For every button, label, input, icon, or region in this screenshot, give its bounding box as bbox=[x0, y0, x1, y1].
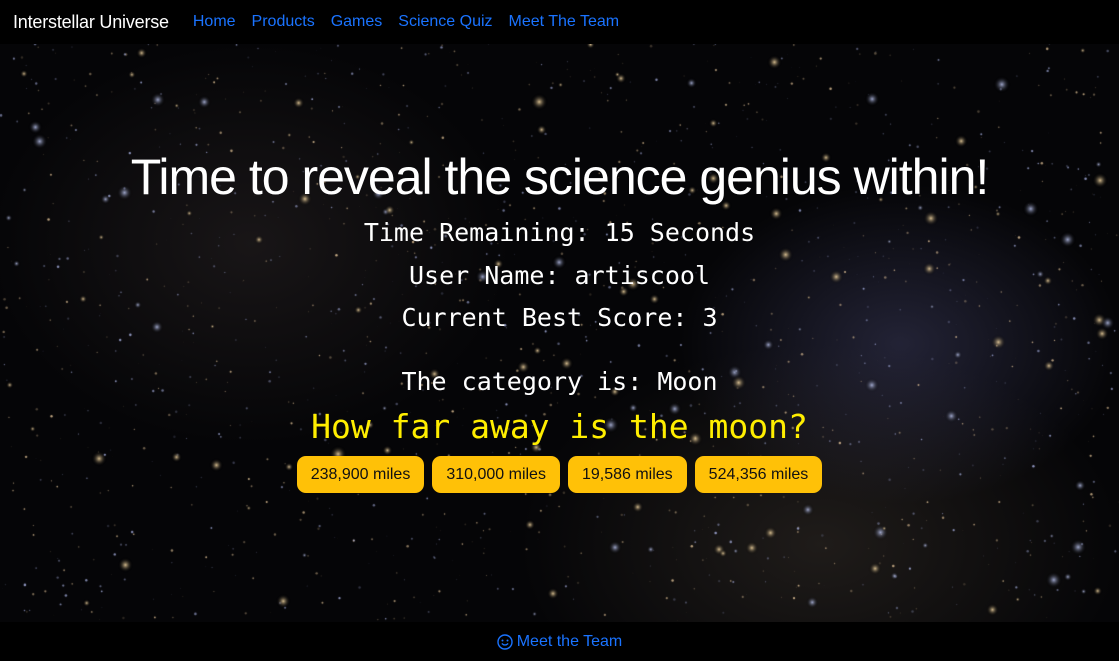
brand-logo-text[interactable]: Interstellar Universe bbox=[13, 12, 169, 33]
quiz-panel: Time to reveal the science genius within… bbox=[0, 44, 1119, 622]
nav-link-home[interactable]: Home bbox=[193, 13, 236, 31]
footer-meet-the-team-link[interactable]: Meet the Team bbox=[497, 632, 623, 651]
category-label: The category is: Moon bbox=[401, 367, 718, 396]
navbar: Interstellar Universe Home Products Game… bbox=[0, 0, 1119, 44]
user-name: User Name: artiscool bbox=[408, 261, 711, 290]
smile-icon bbox=[497, 633, 513, 650]
nav-link-meet-the-team[interactable]: Meet The Team bbox=[509, 13, 620, 31]
nav-link-products[interactable]: Products bbox=[252, 13, 315, 31]
answer-button-2[interactable]: 310,000 miles bbox=[432, 456, 560, 493]
page-title: Time to reveal the science genius within… bbox=[130, 149, 990, 205]
best-score: Current Best Score: 3 bbox=[401, 303, 718, 332]
answer-button-4[interactable]: 524,356 miles bbox=[694, 456, 823, 493]
galaxy-background: Time to reveal the science genius within… bbox=[0, 44, 1119, 622]
question-text: How far away is the moon? bbox=[311, 407, 808, 446]
answer-options: 238,900 miles 310,000 miles 19,586 miles… bbox=[0, 456, 1119, 493]
footer-link-label: Meet the Team bbox=[516, 632, 623, 650]
time-remaining: Time Remaining: 15 Seconds bbox=[363, 218, 756, 247]
answer-button-1[interactable]: 238,900 miles bbox=[296, 456, 425, 493]
answer-button-3[interactable]: 19,586 miles bbox=[567, 456, 687, 493]
footer: Meet the Team bbox=[0, 622, 1119, 661]
nav-link-science-quiz[interactable]: Science Quiz bbox=[398, 13, 492, 31]
nav-link-games[interactable]: Games bbox=[331, 13, 383, 31]
